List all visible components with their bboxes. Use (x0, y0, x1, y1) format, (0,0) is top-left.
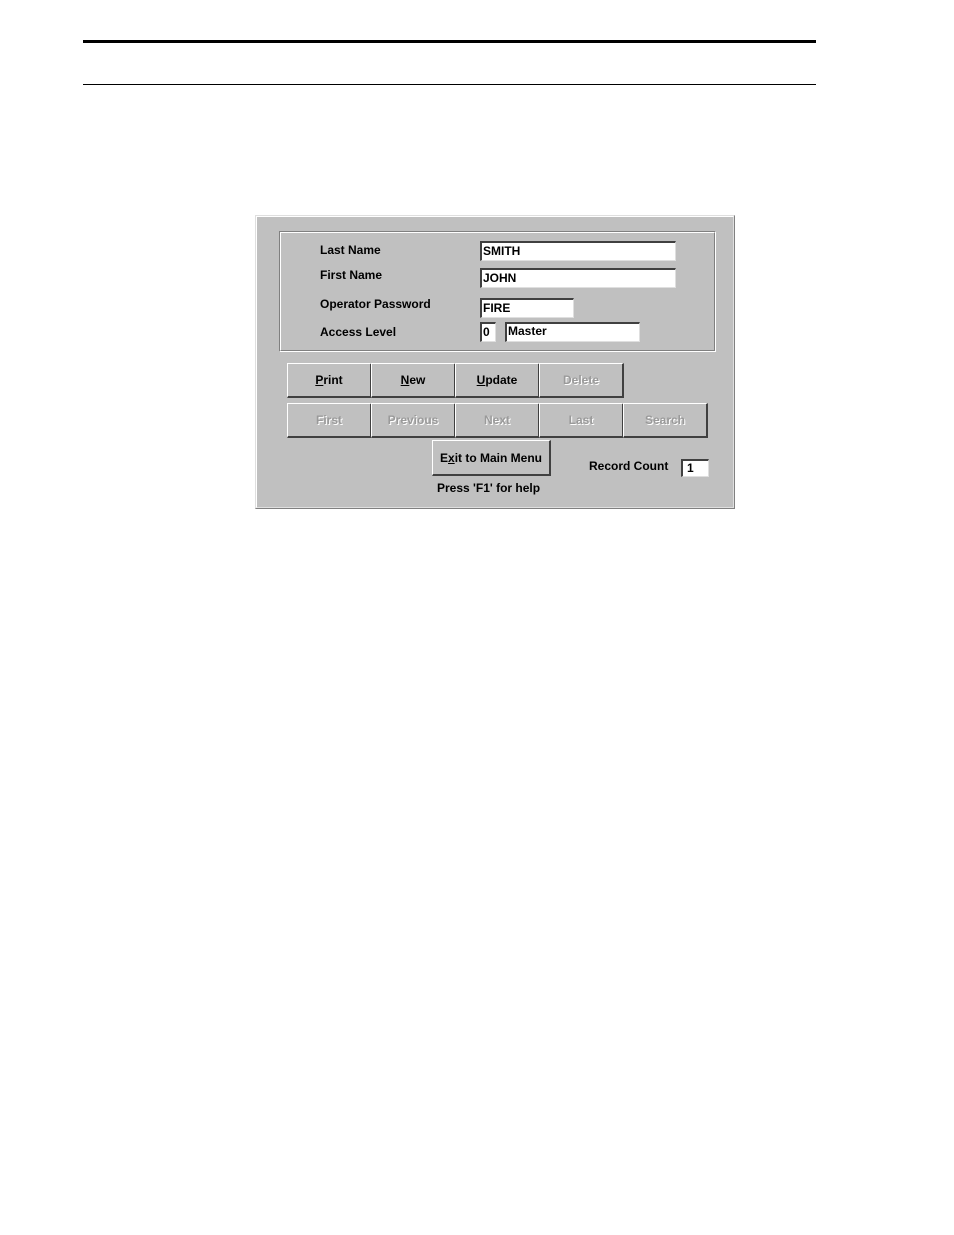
print-button[interactable]: Print (287, 363, 372, 398)
first-name-input[interactable]: JOHN (480, 268, 676, 288)
new-button[interactable]: New (371, 363, 456, 398)
exit-to-main-menu-button[interactable]: Exit to Main Menu (432, 440, 551, 476)
access-level-code-input[interactable]: 0 (480, 322, 496, 342)
exit-label-rest: it to Main Menu (454, 450, 543, 465)
header-rule-thin (83, 84, 816, 85)
header-rule-thick (83, 40, 816, 43)
last-record-button[interactable]: Last (539, 403, 624, 438)
print-label-rest: rint (323, 373, 343, 387)
help-hint: Press 'F1' for help (437, 481, 541, 495)
last-name-label: Last Name (320, 243, 381, 257)
new-label-rest: ew (409, 373, 426, 387)
operator-password-label: Operator Password (320, 297, 431, 311)
exit-mnemonic: x (448, 450, 455, 465)
update-button[interactable]: Update (455, 363, 540, 398)
first-name-label: First Name (320, 268, 383, 282)
operator-form-dialog: Last Name SMITH First Name JOHN Operator… (255, 215, 735, 509)
last-name-input[interactable]: SMITH (480, 241, 676, 261)
record-count-label: Record Count (589, 459, 669, 473)
update-label-rest: pdate (485, 373, 518, 387)
access-level-label: Access Level (320, 325, 397, 339)
delete-button[interactable]: Delete (539, 363, 624, 398)
next-record-button[interactable]: Next (455, 403, 540, 438)
record-count-value: 1 (681, 459, 709, 477)
access-level-name-input[interactable]: Master (505, 322, 640, 342)
search-button[interactable]: Search (623, 403, 708, 438)
previous-record-button[interactable]: Previous (371, 403, 456, 438)
operator-password-input[interactable]: FIRE (480, 298, 574, 318)
exit-label-pre: E (439, 450, 448, 465)
first-record-button[interactable]: First (287, 403, 372, 438)
